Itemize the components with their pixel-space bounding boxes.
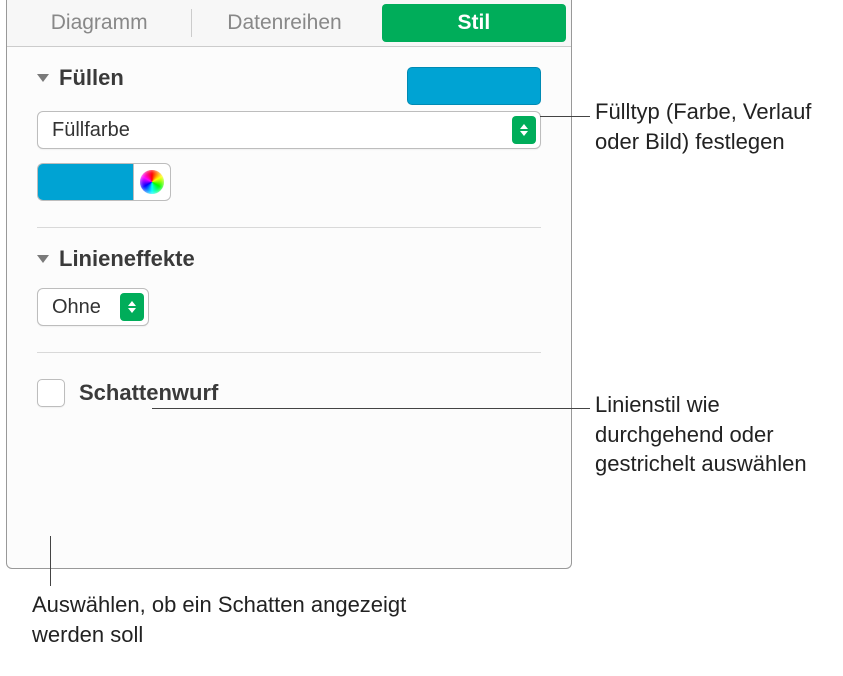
tab-series[interactable]: Datenreihen <box>192 0 376 46</box>
shadow-row: Schattenwurf <box>7 379 571 407</box>
tab-bar: Diagramm Datenreihen Stil <box>7 0 571 47</box>
dropdown-stepper-icon <box>120 293 144 321</box>
divider <box>37 352 541 353</box>
fill-section: Füllen Füllfarbe <box>7 47 571 201</box>
line-effects-section: Linieneffekte Ohne <box>7 228 571 326</box>
line-style-dropdown[interactable]: Ohne <box>37 288 149 326</box>
shadow-title: Schattenwurf <box>79 380 218 406</box>
fill-color-swatch[interactable] <box>407 67 541 105</box>
shadow-checkbox[interactable] <box>37 379 65 407</box>
annotation-line: Linienstil wie durchgehend oder gestrich… <box>595 390 830 479</box>
fill-header[interactable]: Füllen <box>37 65 124 91</box>
fill-type-dropdown[interactable]: Füllfarbe <box>37 111 541 149</box>
color-bar[interactable] <box>37 163 133 201</box>
leader-line <box>540 116 590 117</box>
fill-header-row: Füllen <box>37 65 541 107</box>
color-wheel-button[interactable] <box>133 163 171 201</box>
chevron-down-icon <box>37 255 49 263</box>
tab-diagram[interactable]: Diagramm <box>7 0 191 46</box>
line-effects-header[interactable]: Linieneffekte <box>37 246 541 272</box>
leader-line <box>152 408 590 409</box>
dropdown-stepper-icon <box>512 116 536 144</box>
annotation-shadow: Auswählen, ob ein Schatten angezeigt wer… <box>32 590 432 649</box>
tab-style[interactable]: Stil <box>382 4 566 42</box>
chevron-down-icon <box>37 74 49 82</box>
line-style-value: Ohne <box>52 296 101 319</box>
tab-series-label: Datenreihen <box>227 11 341 35</box>
tab-style-label: Stil <box>457 11 490 35</box>
leader-line <box>50 536 51 586</box>
color-picker-row <box>37 163 541 201</box>
line-effects-title: Linieneffekte <box>59 246 195 272</box>
fill-type-value: Füllfarbe <box>52 119 130 142</box>
tab-diagram-label: Diagramm <box>51 11 148 35</box>
fill-title: Füllen <box>59 65 124 91</box>
color-wheel-icon <box>140 170 164 194</box>
style-panel: Diagramm Datenreihen Stil Füllen Füllfar… <box>6 0 572 569</box>
annotation-fill: Fülltyp (Farbe, Verlauf oder Bild) festl… <box>595 97 835 156</box>
